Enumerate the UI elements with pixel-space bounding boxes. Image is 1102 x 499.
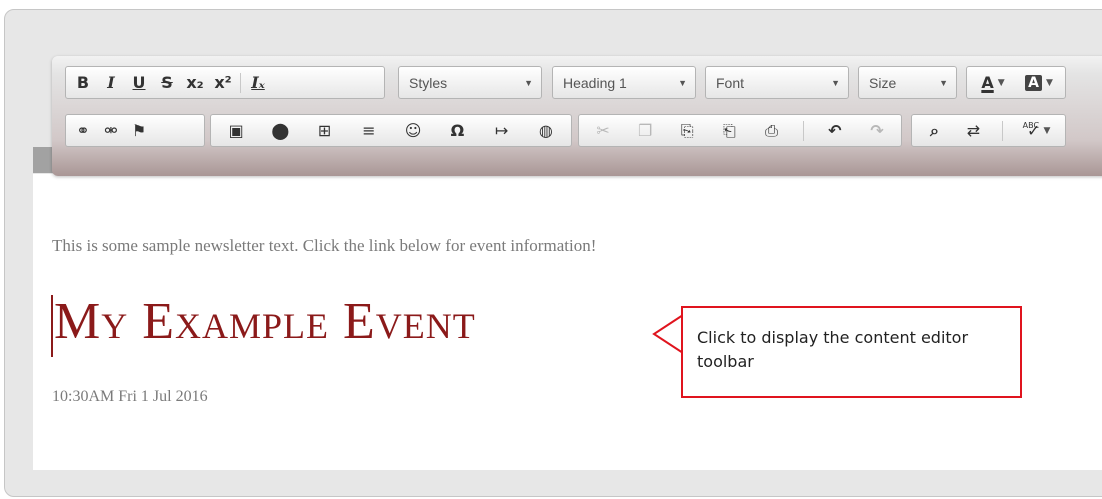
toolbar-separator xyxy=(240,72,241,93)
anchor-flag-icon[interactable]: ⚑ xyxy=(125,118,153,144)
basic-styles-group: B I U S x₂ x² Iₓ xyxy=(65,66,385,99)
find-icon[interactable]: ⌕ xyxy=(921,118,949,144)
undo-icon[interactable]: ↶ xyxy=(821,118,849,144)
callout-text: Click to display the content editor tool… xyxy=(697,328,969,371)
font-dropdown[interactable]: Font ▼ xyxy=(705,66,849,99)
special-char-icon[interactable]: Ω xyxy=(443,118,471,144)
insert-group: ▣ ⬤ ⊞ ≡ ☺ Ω ↦ ◍ xyxy=(210,114,572,147)
text-color-icon: A xyxy=(981,73,994,92)
spellcheck-button[interactable]: ABC ✓ ▼ xyxy=(1017,118,1057,144)
superscript-icon[interactable]: x² xyxy=(209,70,237,96)
link-icon[interactable]: ⚭ xyxy=(69,118,97,144)
copy-icon[interactable]: ❐ xyxy=(631,118,659,144)
side-tab xyxy=(33,147,53,173)
bold-icon[interactable]: B xyxy=(69,70,97,96)
italic-icon[interactable]: I xyxy=(97,70,125,96)
flash-icon[interactable]: ⬤ xyxy=(266,118,294,144)
remove-format-icon[interactable]: Iₓ xyxy=(244,70,272,96)
page-break-icon[interactable]: ↦ xyxy=(488,118,516,144)
format-dropdown[interactable]: Heading 1 ▼ xyxy=(552,66,696,99)
smiley-icon[interactable]: ☺ xyxy=(399,118,427,144)
toolbar-separator xyxy=(802,120,804,141)
text-color-button[interactable]: A ▼ xyxy=(973,70,1013,96)
strikethrough-icon[interactable]: S xyxy=(153,70,181,96)
spellcheck-abc-icon: ABC xyxy=(1022,121,1040,130)
paste-icon[interactable]: ⎘ xyxy=(673,118,701,144)
event-date: 10:30AM Fri 1 Jul 2016 xyxy=(52,388,208,405)
chevron-down-icon: ▼ xyxy=(678,77,687,88)
paste-word-icon[interactable]: ⎙ xyxy=(758,118,786,144)
size-dropdown[interactable]: Size ▼ xyxy=(858,66,957,99)
redo-icon[interactable]: ↷ xyxy=(863,118,891,144)
callout-box: Click to display the content editor tool… xyxy=(681,306,1022,398)
links-group: ⚭ ⚮ ⚑ xyxy=(65,114,205,147)
chevron-down-icon: ▼ xyxy=(939,77,948,88)
image-icon[interactable]: ▣ xyxy=(222,118,250,144)
editing-group: ⌕ ⇄ ABC ✓ ▼ xyxy=(911,114,1066,147)
chevron-down-icon: ▼ xyxy=(1045,77,1053,88)
horizontal-line-icon[interactable]: ≡ xyxy=(355,118,383,144)
text-cursor xyxy=(51,295,53,357)
subscript-icon[interactable]: x₂ xyxy=(181,70,209,96)
iframe-globe-icon[interactable]: ◍ xyxy=(532,118,560,144)
cut-icon[interactable]: ✂ xyxy=(589,118,617,144)
replace-icon[interactable]: ⇄ xyxy=(960,118,988,144)
newsletter-body-text[interactable]: This is some sample newsletter text. Cli… xyxy=(52,236,596,256)
table-icon[interactable]: ⊞ xyxy=(311,118,339,144)
size-dropdown-label: Size xyxy=(869,74,897,91)
bg-color-icon: A xyxy=(1025,74,1042,91)
chevron-down-icon: ▼ xyxy=(1043,125,1051,136)
styles-dropdown[interactable]: Styles ▼ xyxy=(398,66,542,99)
styles-dropdown-label: Styles xyxy=(409,74,448,91)
chevron-down-icon: ▼ xyxy=(831,77,840,88)
chevron-down-icon: ▼ xyxy=(997,77,1005,88)
color-group: A ▼ A ▼ xyxy=(966,66,1066,99)
paste-text-icon[interactable]: ⎗ xyxy=(715,118,743,144)
unlink-icon[interactable]: ⚮ xyxy=(97,118,125,144)
clipboard-group: ✂ ❐ ⎘ ⎗ ⎙ ↶ ↷ xyxy=(578,114,902,147)
chevron-down-icon: ▼ xyxy=(524,77,533,88)
bg-color-button[interactable]: A ▼ xyxy=(1019,70,1059,96)
font-dropdown-label: Font xyxy=(716,74,745,91)
format-dropdown-label: Heading 1 xyxy=(563,74,627,91)
editor-toolbar: B I U S x₂ x² Iₓ Styles ▼ Heading 1 ▼ Fo… xyxy=(52,56,1102,176)
event-title[interactable]: My Example Event xyxy=(54,292,476,352)
toolbar-separator xyxy=(1001,120,1003,141)
underline-icon[interactable]: U xyxy=(125,70,153,96)
